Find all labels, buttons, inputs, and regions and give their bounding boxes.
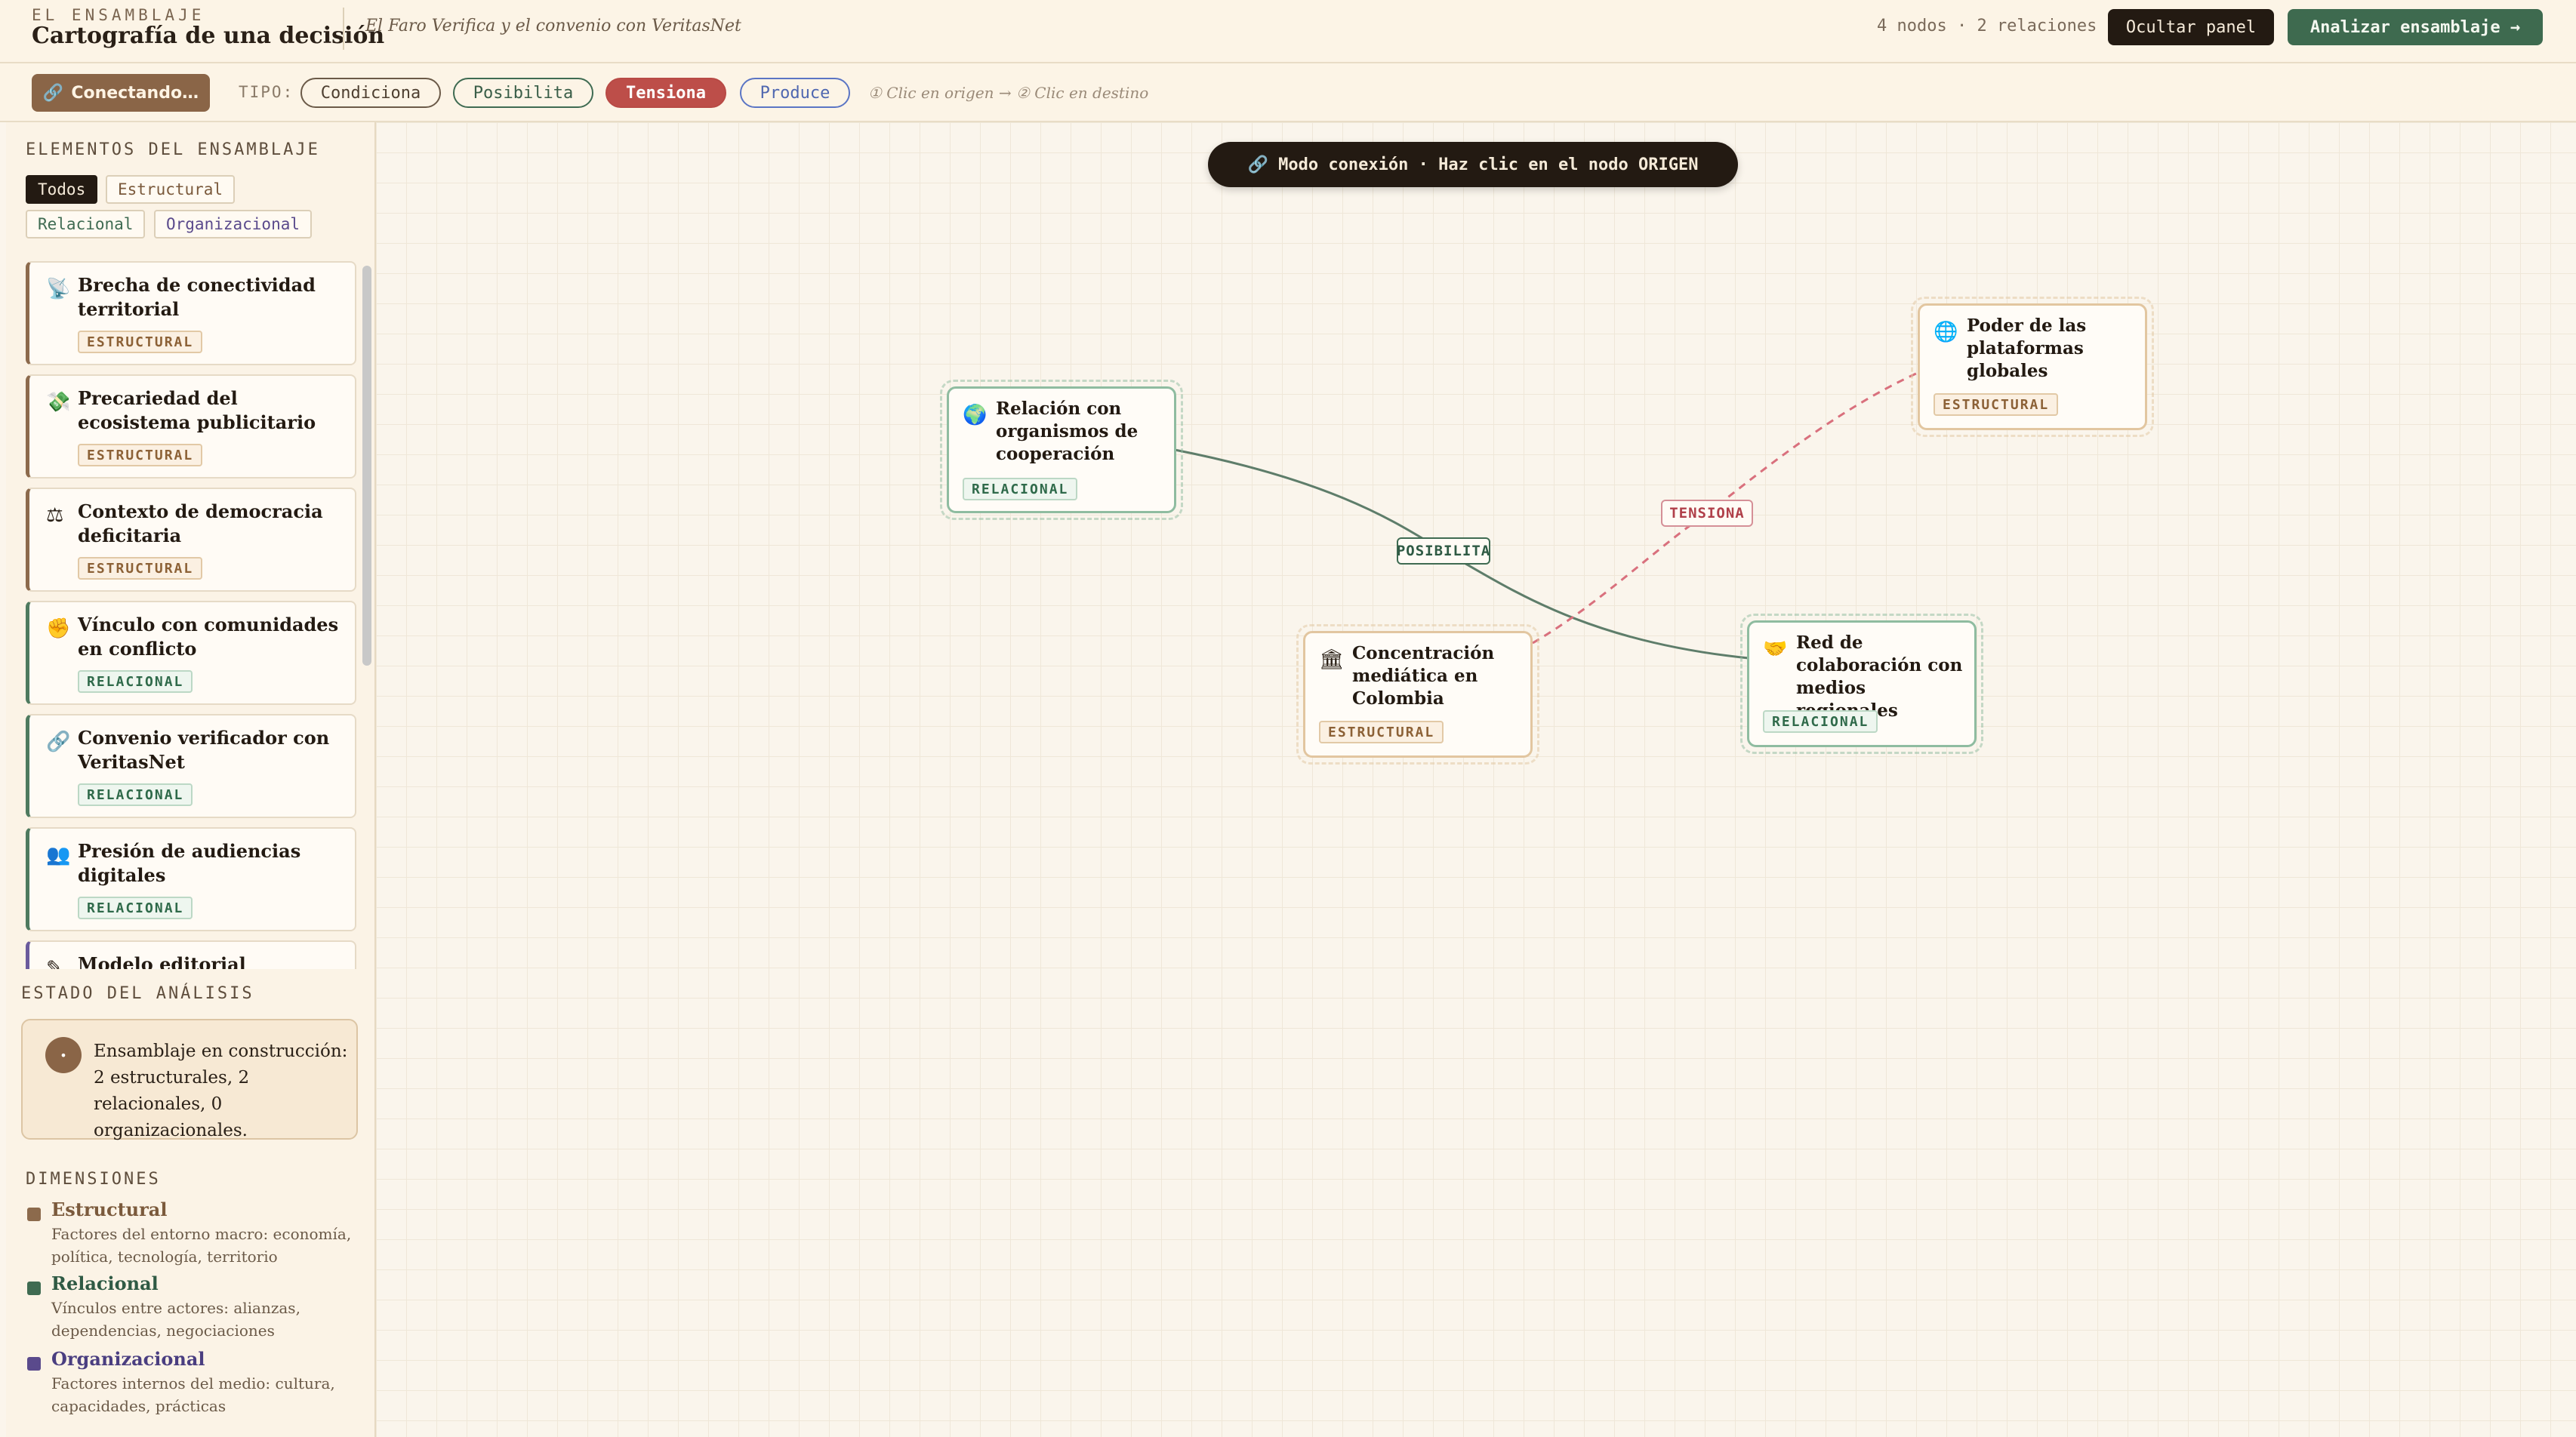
handshake-icon: 🤝 — [1763, 638, 1788, 660]
node-concentracion-mediatica[interactable]: 🏛 Concentración mediática en Colombia ES… — [1296, 624, 1539, 765]
node-name: Poder de las plataformas globales — [1967, 315, 2087, 381]
node-tag: RELACIONAL — [1763, 710, 1878, 733]
node-name: Red de colaboración con medios regionale… — [1796, 632, 1963, 721]
node-tag: ESTRUCTURAL — [1934, 393, 2059, 416]
node-tag: ESTRUCTURAL — [1319, 721, 1444, 743]
globe-icon: 🌍 — [963, 404, 988, 426]
connection-mode-banner: 🔗 Modo conexión · Haz clic en el nodo OR… — [1208, 142, 1738, 187]
bank-icon: 🏛 — [1319, 648, 1345, 671]
node-organismos-cooperacion[interactable]: 🌍 Relación con organismos de cooperación… — [940, 380, 1183, 520]
edge-label-posibilita[interactable]: POSIBILITA — [1397, 537, 1490, 565]
node-plataformas-globales[interactable]: 🌐 Poder de las plataformas globales ESTR… — [1911, 297, 2154, 437]
node-name: Concentración mediática en Colombia — [1352, 643, 1495, 709]
edges-layer — [1174, 371, 1918, 660]
edge-label-tensiona[interactable]: TENSIONA — [1661, 500, 1753, 527]
node-name: Relación con organismos de cooperación — [996, 398, 1139, 464]
node-tag: RELACIONAL — [963, 478, 1078, 500]
globe-grid-icon: 🌐 — [1934, 321, 1958, 343]
node-red-medios-regionales[interactable]: 🤝 Red de colaboración con medios regiona… — [1740, 614, 1983, 754]
